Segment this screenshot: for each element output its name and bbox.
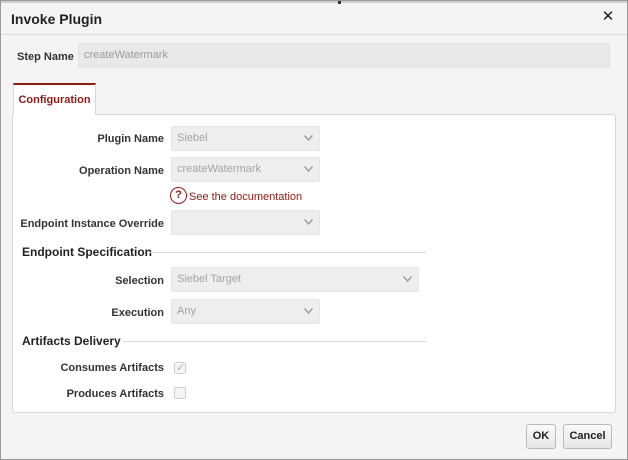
- endpoint-override-select[interactable]: [171, 210, 320, 235]
- selection-value: Siebel Target: [177, 273, 242, 285]
- top-marker: [338, 1, 341, 4]
- selection-select[interactable]: Siebel Target: [171, 267, 419, 292]
- execution-value: Any: [177, 305, 196, 317]
- endpoint-specification-heading: Endpoint Specification: [22, 245, 153, 259]
- artifacts-delivery-heading: Artifacts Delivery: [22, 334, 121, 348]
- plugin-name-select[interactable]: Siebel: [171, 126, 320, 151]
- invoke-plugin-dialog: Invoke Plugin ✕ Step Name createWatermar…: [0, 0, 628, 460]
- operation-name-label: Operation Name: [79, 165, 164, 177]
- section-divider: [123, 341, 426, 342]
- consumes-artifacts-label: Consumes Artifacts: [60, 362, 164, 374]
- close-icon[interactable]: ✕: [600, 9, 616, 25]
- execution-select[interactable]: Any: [171, 299, 320, 324]
- produces-artifacts-checkbox[interactable]: [174, 387, 186, 399]
- documentation-link[interactable]: See the documentation: [189, 191, 302, 203]
- help-icon[interactable]: ?: [170, 187, 187, 204]
- step-name-input[interactable]: createWatermark: [78, 43, 610, 68]
- produces-artifacts-label: Produces Artifacts: [66, 388, 164, 400]
- tab-configuration[interactable]: Configuration: [13, 83, 96, 115]
- plugin-name-value: Siebel: [177, 132, 208, 144]
- endpoint-override-label: Endpoint Instance Override: [20, 218, 164, 230]
- cancel-button[interactable]: Cancel: [563, 424, 612, 449]
- execution-label: Execution: [111, 307, 164, 319]
- chevron-down-icon: [304, 308, 313, 314]
- chevron-down-icon: [304, 135, 313, 141]
- dialog-title: Invoke Plugin: [11, 11, 103, 27]
- top-edge: [1, 1, 627, 3]
- chevron-down-icon: [403, 276, 412, 282]
- plugin-name-label: Plugin Name: [97, 133, 164, 145]
- operation-name-value: createWatermark: [177, 163, 261, 175]
- check-icon: ✓: [176, 362, 186, 374]
- selection-label: Selection: [115, 275, 164, 287]
- chevron-down-icon: [304, 166, 313, 172]
- consumes-artifacts-checkbox[interactable]: ✓: [174, 362, 186, 374]
- operation-name-select[interactable]: createWatermark: [171, 157, 320, 182]
- chevron-down-icon: [304, 219, 313, 225]
- title-divider: [1, 34, 627, 35]
- section-divider: [149, 252, 426, 253]
- step-name-label: Step Name: [17, 51, 74, 63]
- ok-button[interactable]: OK: [526, 424, 556, 449]
